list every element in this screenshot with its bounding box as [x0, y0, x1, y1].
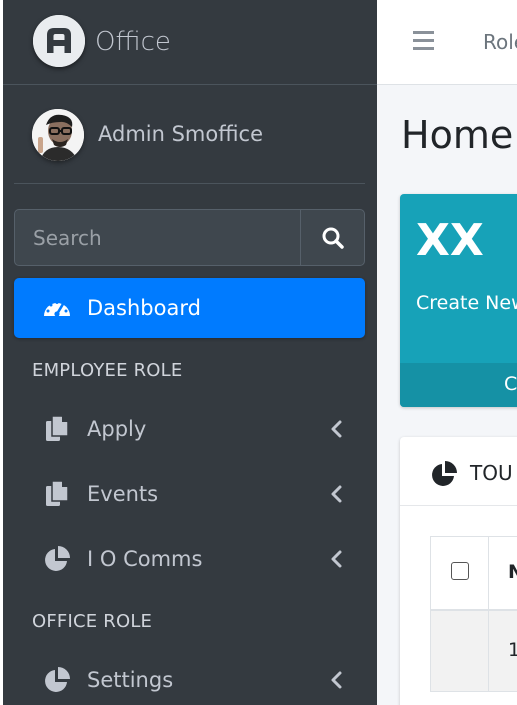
copy-icon: [42, 414, 72, 444]
search-icon: [322, 227, 344, 249]
column-header[interactable]: N: [508, 561, 517, 583]
chevron-left-icon: [331, 671, 342, 689]
sidebar-item-events[interactable]: Events: [14, 464, 365, 524]
card: TOU N 1: [400, 437, 517, 705]
search-input[interactable]: [15, 210, 300, 265]
search-button[interactable]: [300, 210, 364, 265]
chevron-left-icon: [331, 550, 342, 568]
info-box-footer-link[interactable]: C: [400, 363, 517, 407]
select-all-checkbox[interactable]: [451, 562, 469, 580]
chart-pie-icon: [42, 665, 72, 695]
nav-header-office-role: OFFICE ROLE: [32, 611, 153, 632]
user-name[interactable]: Admin Smoffice: [98, 120, 263, 148]
info-box: XX Create New C: [400, 194, 517, 407]
sidebar-item-dashboard[interactable]: Dashboard: [14, 278, 365, 338]
user-panel[interactable]: Admin Smoffice: [14, 85, 365, 184]
table-cell: 1: [508, 639, 517, 661]
card-header: TOU: [400, 437, 517, 506]
brand-link[interactable]: Office: [3, 0, 377, 85]
sidebar-item-label: Settings: [87, 668, 174, 692]
top-navbar: Role: [377, 0, 517, 85]
hamburger-menu-icon[interactable]: [413, 31, 434, 50]
sidebar-item-label: I O Comms: [87, 547, 203, 571]
sidebar-item-label: Dashboard: [87, 296, 201, 320]
sidebar-item-io-comms[interactable]: I O Comms: [14, 529, 365, 589]
main-sidebar: Office Admin Smoffice Search Dashboard E…: [0, 0, 377, 705]
brand-logo-icon: [33, 15, 85, 67]
table-row[interactable]: 1: [431, 611, 517, 691]
nav-header-employee-role: EMPLOYEE ROLE: [32, 360, 183, 381]
chevron-left-icon: [331, 420, 342, 438]
sidebar-item-label: Apply: [87, 417, 147, 441]
info-box-footer-text: C: [504, 373, 517, 395]
nav-link-role[interactable]: Role: [483, 28, 517, 56]
info-box-text: Create New: [416, 292, 517, 314]
sidebar-item-apply[interactable]: Apply: [14, 399, 365, 459]
info-box-number: XX: [416, 215, 484, 266]
copy-icon: [42, 479, 72, 509]
chart-pie-icon: [42, 544, 72, 574]
chevron-left-icon: [331, 485, 342, 503]
sidebar-item-settings[interactable]: Settings: [14, 650, 365, 705]
table-header: N: [431, 537, 517, 611]
page-title: Home:: [401, 113, 517, 157]
avatar[interactable]: [32, 109, 84, 161]
card-title: TOU: [470, 461, 513, 485]
data-table: N 1: [430, 536, 517, 692]
chart-pie-icon: [430, 460, 458, 488]
sidebar-search: [14, 209, 365, 266]
tachometer-icon: [42, 293, 72, 323]
brand-text: Office: [95, 27, 171, 57]
sidebar-item-label: Events: [87, 482, 159, 506]
